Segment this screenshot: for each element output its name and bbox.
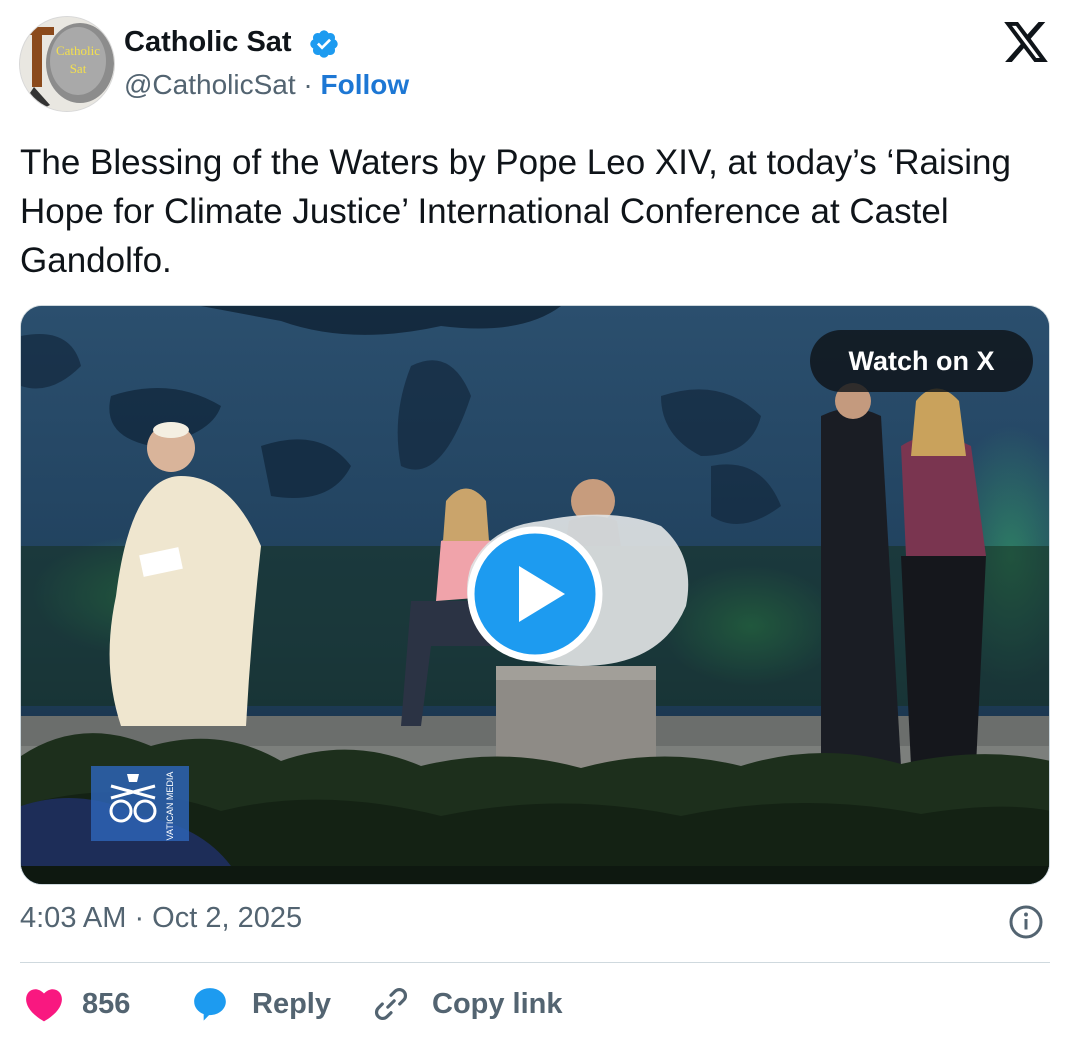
heart-icon [26, 989, 62, 1022]
reply-button[interactable]: Reply [190, 984, 331, 1024]
separator: · [303, 69, 313, 100]
author-name[interactable]: Catholic Sat [124, 26, 292, 59]
link-icon [375, 988, 407, 1020]
avatar[interactable]: Catholic Sat [19, 16, 115, 112]
timestamp[interactable]: 4:03 AM · Oct 2, 2025 [20, 902, 302, 935]
handle-row: @CatholicSat · Follow [124, 69, 409, 101]
copy-link-label: Copy link [432, 987, 563, 1020]
reply-label: Reply [252, 987, 331, 1020]
tweet-text: The Blessing of the Waters by Pope Leo X… [20, 143, 1011, 280]
verified-badge-icon [310, 30, 338, 58]
catholic-sat-logo: Catholic Sat [20, 17, 114, 111]
follow-button[interactable]: Follow [321, 69, 410, 100]
reply-bubble-icon [194, 988, 226, 1021]
divider [20, 962, 1050, 963]
copy-link-button[interactable]: Copy link [372, 984, 563, 1024]
svg-text:Sat: Sat [70, 61, 87, 76]
vatican-media-logo: VATICAN MEDIA [91, 766, 189, 841]
like-button[interactable]: 856 [24, 984, 130, 1024]
svg-text:Catholic: Catholic [56, 43, 100, 58]
play-icon[interactable] [467, 526, 603, 662]
watch-on-x-button[interactable]: Watch on X [810, 330, 1033, 392]
like-count: 856 [82, 987, 131, 1020]
x-logo-icon[interactable] [1004, 22, 1048, 62]
svg-text:VATICAN MEDIA: VATICAN MEDIA [165, 772, 175, 841]
info-icon[interactable] [1008, 904, 1044, 940]
author-handle[interactable]: @CatholicSat [124, 69, 296, 100]
video-player[interactable]: Watch on X VATICAN MEDIA [20, 305, 1050, 885]
